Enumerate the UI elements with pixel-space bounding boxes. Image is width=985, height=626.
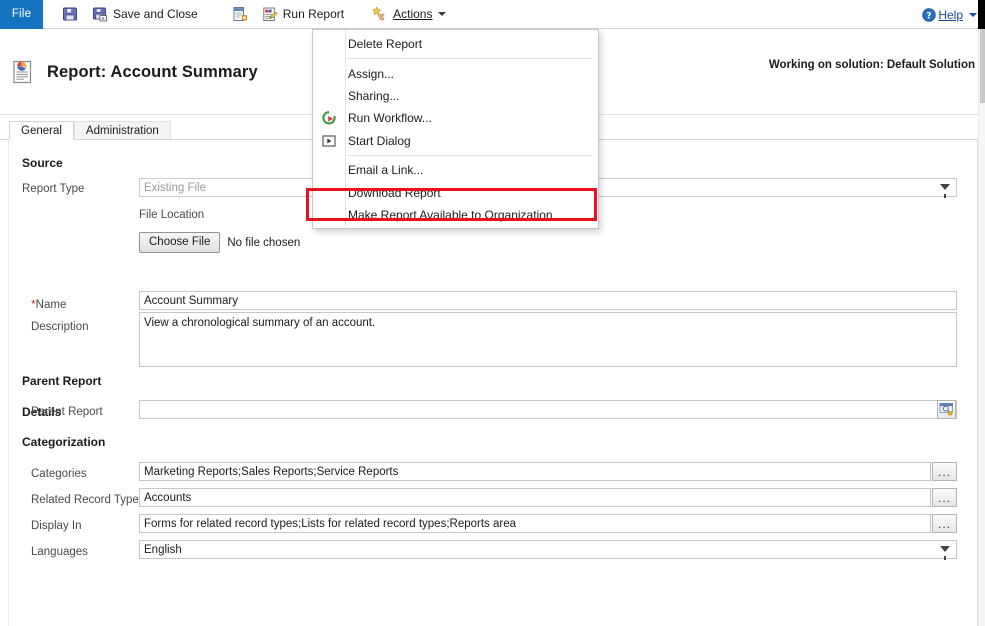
- page-title: Report: Account Summary: [47, 63, 258, 82]
- vertical-scrollbar[interactable]: [978, 29, 985, 626]
- actions-icon: [372, 6, 388, 22]
- record-header-left: Report: Account Summary: [0, 59, 258, 85]
- report-type-label: Report Type: [22, 183, 84, 195]
- help-area: ? Help: [922, 0, 977, 29]
- actions-button[interactable]: Actions: [366, 1, 452, 27]
- tab-general[interactable]: General: [9, 121, 74, 140]
- section-title-parent-report: Parent Report: [22, 374, 101, 388]
- menu-item-run-workflow[interactable]: Run Workflow...: [313, 107, 598, 129]
- help-icon: ?: [922, 8, 936, 22]
- window-corner-filler: [978, 0, 985, 29]
- categories-input[interactable]: [139, 462, 931, 481]
- file-location-label: File Location: [139, 209, 204, 221]
- menu-item-start-dialog[interactable]: Start Dialog: [313, 130, 598, 152]
- menu-item-label: Run Workflow...: [348, 111, 432, 125]
- categories-label: Categories: [31, 468, 87, 480]
- tab-administration-label: Administration: [86, 125, 159, 137]
- parent-report-lookup-input[interactable]: [139, 400, 957, 419]
- menu-item-sharing[interactable]: Sharing...: [313, 85, 598, 107]
- chevron-down-icon: [438, 12, 446, 16]
- menu-item-label: Email a Link...: [348, 163, 423, 177]
- menu-item-email-a-link[interactable]: Email a Link...: [313, 159, 598, 181]
- save-and-close-label: Save and Close: [113, 7, 198, 21]
- related-record-types-browse-button[interactable]: ...: [932, 488, 957, 507]
- menu-item-label: Sharing...: [348, 89, 399, 103]
- menu-separator: [348, 58, 592, 59]
- file-upload-control: Choose File No file chosen: [139, 232, 300, 253]
- display-in-input[interactable]: [139, 514, 931, 533]
- save-icon: [62, 6, 78, 22]
- help-button[interactable]: ? Help: [922, 8, 977, 22]
- menu-separator: [348, 155, 592, 156]
- section-title-categorization: Categorization: [22, 435, 105, 449]
- display-in-label: Display In: [31, 520, 82, 532]
- menu-item-label: Delete Report: [348, 37, 422, 51]
- choose-file-button[interactable]: Choose File: [139, 232, 220, 253]
- run-report-button[interactable]: Run Report: [256, 1, 350, 27]
- actions-dropdown-menu: Delete Report Assign... Sharing... Run W…: [312, 29, 599, 229]
- menu-item-delete-report[interactable]: Delete Report: [313, 33, 598, 55]
- solution-context-label: Working on solution: Default Solution: [769, 59, 975, 71]
- actions-label: Actions: [393, 7, 432, 21]
- menu-item-make-report-available-to-organization[interactable]: Make Report Available to Organization: [313, 204, 598, 226]
- name-label: *Name: [31, 297, 66, 311]
- run-report-icon: [262, 6, 278, 22]
- report-form-window: File: [0, 0, 985, 626]
- languages-select[interactable]: [139, 540, 957, 559]
- menu-item-assign[interactable]: Assign...: [313, 62, 598, 84]
- start-dialog-icon: [321, 133, 337, 149]
- menu-item-label: Assign...: [348, 67, 394, 81]
- save-and-close-icon: x: [92, 6, 108, 22]
- description-label: Description: [31, 321, 89, 333]
- help-label: Help: [938, 8, 963, 22]
- display-in-browse-button[interactable]: ...: [932, 514, 957, 533]
- svg-text:?: ?: [927, 11, 932, 21]
- form-left-gutter: [8, 140, 9, 626]
- menu-item-download-report[interactable]: Download Report: [313, 181, 598, 203]
- run-workflow-icon: [321, 110, 337, 126]
- lookup-icon[interactable]: [937, 400, 956, 419]
- menu-item-label: Download Report: [348, 186, 441, 200]
- choose-file-status: No file chosen: [227, 237, 300, 249]
- tab-administration[interactable]: Administration: [74, 121, 171, 140]
- file-tab-label: File: [12, 8, 31, 20]
- section-title-source: Source: [22, 156, 63, 170]
- related-record-types-input[interactable]: [139, 488, 931, 507]
- tab-general-label: General: [21, 125, 62, 137]
- report-icon: [11, 59, 35, 85]
- command-bar: File: [0, 0, 985, 29]
- parent-report-label: Parent Report: [31, 406, 103, 418]
- help-chevron-down-icon: [969, 13, 977, 17]
- description-textarea[interactable]: [139, 312, 957, 367]
- new-report-icon: [232, 6, 248, 22]
- languages-label: Languages: [31, 546, 88, 558]
- vertical-scrollbar-thumb[interactable]: [980, 29, 985, 103]
- categories-browse-button[interactable]: ...: [932, 462, 957, 481]
- menu-item-label: Make Report Available to Organization: [348, 208, 553, 222]
- new-report-button[interactable]: [226, 1, 254, 27]
- run-report-label: Run Report: [283, 7, 344, 21]
- related-record-types-label: Related Record Types: [31, 494, 145, 506]
- menu-item-label: Start Dialog: [348, 134, 411, 148]
- save-button[interactable]: [56, 1, 84, 27]
- save-and-close-button[interactable]: x Save and Close: [86, 1, 204, 27]
- file-tab[interactable]: File: [0, 0, 43, 29]
- command-bar-items: x Save and Close: [43, 0, 454, 29]
- name-input[interactable]: [139, 291, 957, 310]
